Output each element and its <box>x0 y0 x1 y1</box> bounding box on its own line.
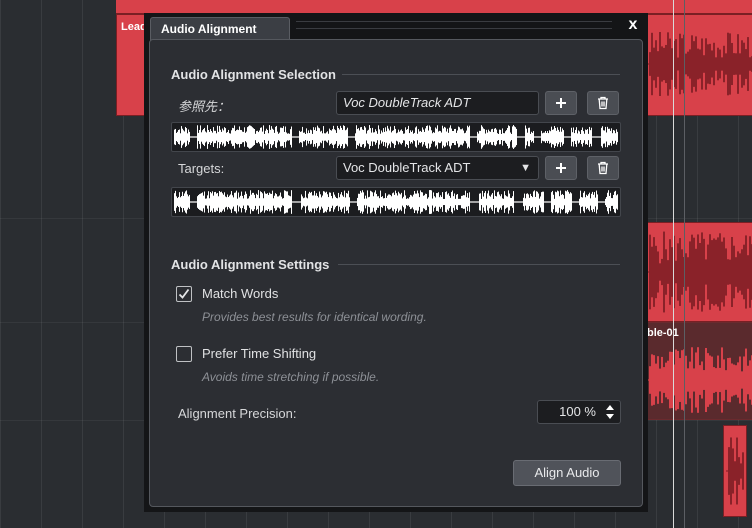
section-title-settings: Audio Alignment Settings <box>171 257 330 272</box>
project-cursor[interactable] <box>673 0 674 528</box>
waveform-graphic <box>174 125 618 149</box>
alignment-precision-stepper[interactable]: 100 % <box>537 400 621 424</box>
audio-event-waveform <box>647 347 752 413</box>
grid-line-marker <box>684 0 685 528</box>
close-icon: x <box>628 16 638 33</box>
add-reference-button[interactable] <box>545 91 577 115</box>
audio-event-right-top[interactable] <box>644 14 752 116</box>
audio-event-top-strip[interactable] <box>116 0 752 14</box>
audio-event-waveform <box>647 231 752 313</box>
alignment-precision-label: Alignment Precision: <box>178 406 297 421</box>
targets-label: Targets: <box>178 161 225 176</box>
plus-icon <box>556 98 566 108</box>
section-divider <box>342 74 620 75</box>
match-words-checkbox[interactable] <box>176 286 192 302</box>
section-title-selection: Audio Alignment Selection <box>171 67 336 82</box>
stepper-arrows-icon[interactable] <box>605 403 615 421</box>
audio-event-label: Lead <box>121 21 147 33</box>
delete-target-button[interactable] <box>587 156 619 180</box>
match-words-label[interactable]: Match Words <box>202 286 278 301</box>
trash-icon <box>598 161 608 175</box>
match-words-hint: Provides best results for identical word… <box>202 310 427 324</box>
audio-event-waveform <box>647 32 752 96</box>
add-target-button[interactable] <box>545 156 577 180</box>
section-divider <box>338 264 620 265</box>
reference-waveform <box>171 122 621 152</box>
audio-event-double[interactable]: ble-01 <box>644 322 752 420</box>
prefer-time-shifting-label[interactable]: Prefer Time Shifting <box>202 346 316 361</box>
audio-event-small[interactable] <box>723 425 747 517</box>
targets-value: Voc DoubleTrack ADT <box>343 160 471 175</box>
chevron-down-icon: ▼ <box>520 162 531 174</box>
delete-reference-button[interactable] <box>587 91 619 115</box>
targets-dropdown[interactable]: Voc DoubleTrack ADT ▼ <box>336 156 539 180</box>
targets-waveform <box>171 187 621 217</box>
reference-field[interactable]: Voc DoubleTrack ADT <box>336 91 539 115</box>
prefer-time-shifting-hint: Avoids time stretching if possible. <box>202 370 380 384</box>
alignment-precision-value: 100 % <box>559 404 596 419</box>
plus-icon <box>556 163 566 173</box>
prefer-time-shifting-checkbox[interactable] <box>176 346 192 362</box>
audio-event-waveform <box>726 437 744 505</box>
reference-label: 参照先： <box>178 99 231 114</box>
close-button[interactable]: x <box>624 16 642 34</box>
panel-title-tab[interactable]: Audio Alignment Panel <box>150 17 290 58</box>
waveform-graphic <box>174 190 618 214</box>
panel-drag-grip[interactable] <box>296 21 612 29</box>
panel-body: Audio Alignment Selection 参照先： Voc Doubl… <box>149 39 643 507</box>
align-audio-button[interactable]: Align Audio <box>513 460 621 486</box>
audio-event-right-mid[interactable] <box>644 222 752 322</box>
audio-alignment-panel: Audio Alignment Panel x Audio Alignment … <box>144 13 648 512</box>
trash-icon <box>598 96 608 110</box>
checkmark-icon <box>178 288 190 299</box>
audio-event-label: ble-01 <box>647 327 679 339</box>
